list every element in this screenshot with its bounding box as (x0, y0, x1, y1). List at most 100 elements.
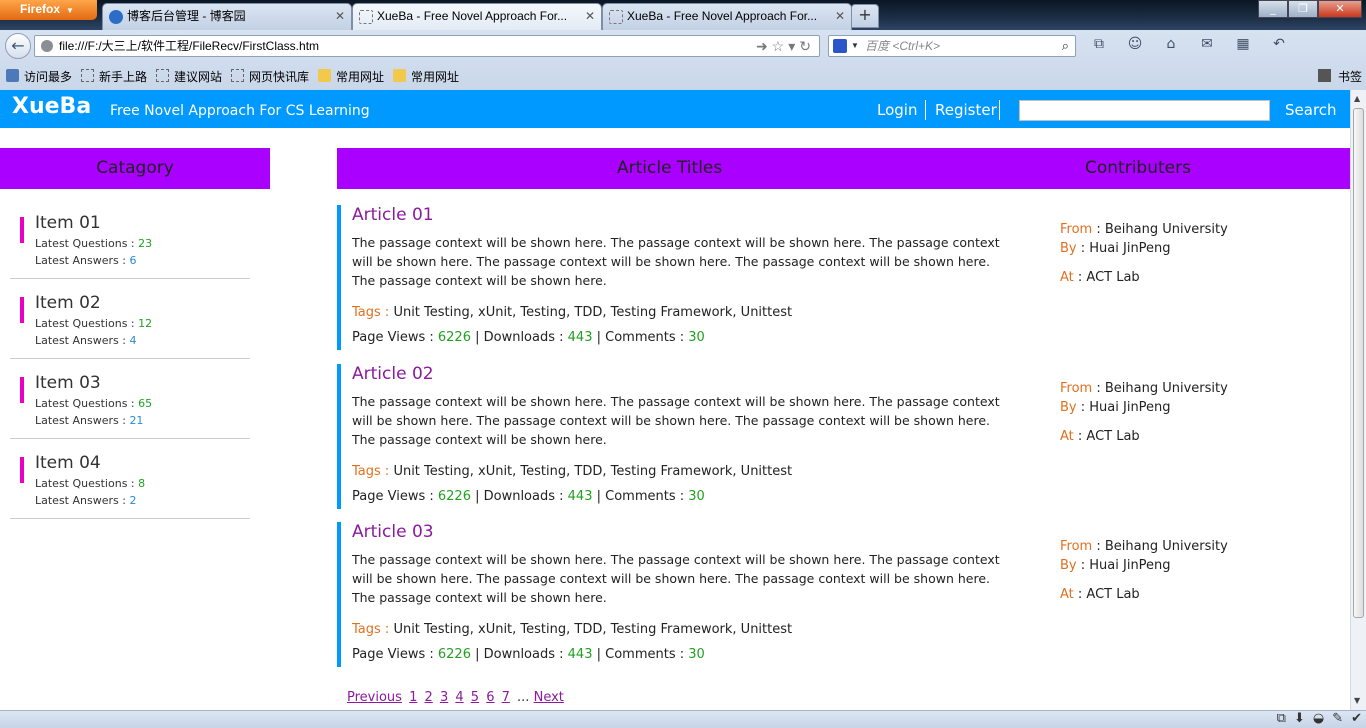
tools-icon[interactable]: ✎ (1332, 711, 1343, 726)
article-card: Article 02 The passage context will be s… (337, 364, 1017, 509)
close-icon[interactable]: ✕ (835, 4, 845, 28)
category-item[interactable]: Item 03 Latest Questions : 65 Latest Ans… (10, 359, 250, 439)
tab-blog-admin[interactable]: 博客后台管理 - 博客园 ✕ (102, 3, 352, 30)
close-icon[interactable]: ✕ (335, 4, 345, 28)
page-link-7[interactable]: 7 (502, 690, 510, 705)
apps-icon[interactable]: ▦ (1230, 36, 1256, 52)
url-actions: ➜☆▾↻ (756, 36, 815, 56)
by-value: : Huai JinPeng (1076, 241, 1171, 256)
home-icon[interactable]: ⌂ (1158, 36, 1184, 52)
check-icon[interactable]: ✔ (1351, 711, 1362, 726)
login-link[interactable]: Login (877, 101, 917, 119)
go-arrow-icon[interactable]: ➜ (756, 38, 772, 54)
latest-answers-count: 6 (129, 254, 137, 267)
comments-label: | Comments : (592, 330, 689, 345)
close-icon[interactable]: ✕ (585, 4, 595, 28)
url-bar[interactable]: file:///F:/大三上/软件工程/FileRecv/FirstClass.… (34, 35, 820, 57)
latest-answers: Latest Answers : 21 (35, 414, 143, 427)
minimize-icon[interactable]: _ (1258, 0, 1288, 18)
site-search-button[interactable]: Search (1285, 101, 1337, 119)
next-page-link[interactable]: Next (534, 690, 564, 705)
from-value: : Beihang University (1092, 222, 1228, 237)
chevron-down-icon[interactable]: ▼ (851, 36, 859, 56)
bookmark-most-visited[interactable]: 访问最多 (6, 68, 72, 85)
star-icon[interactable]: ☆ (772, 38, 789, 54)
window-close-icon[interactable]: ✕ (1318, 0, 1362, 18)
category-item[interactable]: Item 02 Latest Questions : 12 Latest Ans… (10, 279, 250, 359)
maximize-icon[interactable]: ❐ (1288, 0, 1318, 18)
page-link-2[interactable]: 2 (425, 690, 433, 705)
article-title-link[interactable]: Article 02 (352, 364, 434, 384)
article-title-link[interactable]: Article 03 (352, 522, 434, 542)
previous-page-link[interactable]: Previous (347, 690, 402, 705)
addon-icon[interactable]: ☺ (1122, 36, 1148, 52)
article-card: Article 03 The passage context will be s… (337, 522, 1017, 667)
bookmark-web-slices[interactable]: 网页快讯库 (231, 68, 309, 85)
scrollbar-thumb[interactable] (1353, 108, 1364, 618)
undo-icon[interactable]: ↶ (1266, 36, 1292, 52)
new-tab-button[interactable]: + (851, 4, 879, 28)
page-link-3[interactable]: 3 (440, 690, 448, 705)
category-title[interactable]: Item 03 (35, 373, 101, 393)
page-link-5[interactable]: 5 (471, 690, 479, 705)
page-link-1[interactable]: 1 (409, 690, 417, 705)
bookmark-suggested-sites[interactable]: 建议网站 (156, 68, 222, 85)
article-titles-header: Article Titles (617, 158, 723, 178)
latest-answers-count: 4 (129, 334, 137, 347)
latest-answers-label: Latest Answers : (35, 334, 130, 347)
header-divider (925, 100, 926, 120)
category-item[interactable]: Item 04 Latest Questions : 8 Latest Answ… (10, 439, 250, 519)
download-icon[interactable]: ⬇ (1294, 711, 1305, 726)
firefox-menu-label: Firefox (20, 2, 61, 16)
dropdown-icon[interactable]: ▾ (788, 38, 799, 54)
screenshot-icon[interactable]: ⧉ (1086, 36, 1112, 52)
search-engine-bar[interactable]: ▼ 百度 <Ctrl+K> ⌕ (828, 35, 1076, 57)
scroll-down-icon[interactable]: ▼ (1354, 696, 1360, 705)
chevron-down-icon: ▼ (66, 6, 74, 15)
category-accent-bar (20, 297, 24, 323)
contributor-by: By : Huai JinPeng (1060, 558, 1171, 573)
bookmark-folder-common-2[interactable]: 常用网址 (393, 68, 459, 85)
views-label: Page Views : (352, 647, 438, 662)
tab-xueba[interactable]: XueBa - Free Novel Approach For... ✕ (602, 3, 852, 30)
latest-questions-label: Latest Questions : (35, 397, 139, 410)
tags-list: Unit Testing, xUnit, Testing, TDD, Testi… (393, 464, 793, 479)
mail-icon[interactable]: ✉ (1194, 36, 1220, 52)
latest-questions-label: Latest Questions : (35, 477, 139, 490)
tab-xueba-active[interactable]: XueBa - Free Novel Approach For... ✕ (352, 3, 602, 30)
contributor-by: By : Huai JinPeng (1060, 241, 1171, 256)
mask-icon[interactable]: ◒ (1313, 711, 1324, 726)
bookmarks-menu[interactable]: 书签 (1317, 68, 1362, 85)
page-link-4[interactable]: 4 (455, 690, 463, 705)
browser-chrome: Firefox ▼ 博客后台管理 - 博客园 ✕ XueBa - Free Nov… (0, 0, 1366, 90)
article-card: Article 01 The passage context will be s… (337, 205, 1017, 350)
site-search-input[interactable] (1019, 100, 1270, 121)
most-visited-icon (6, 69, 19, 82)
contributor-from: From : Beihang University (1060, 222, 1228, 237)
reload-icon[interactable]: ↻ (799, 38, 815, 54)
register-link[interactable]: Register (935, 101, 997, 119)
tab-label: XueBa - Free Novel Approach For... (377, 9, 568, 23)
bookmark-getting-started[interactable]: 新手上路 (81, 68, 147, 85)
vertical-scrollbar[interactable]: ▲ ▼ (1350, 90, 1366, 710)
at-label: At (1060, 587, 1074, 602)
firefox-menu-button[interactable]: Firefox ▼ (0, 0, 97, 20)
site-logo[interactable]: XueBa (12, 94, 91, 119)
bookmarks-menu-label: 书签 (1337, 70, 1362, 84)
category-title[interactable]: Item 02 (35, 293, 101, 313)
category-accent-bar (20, 457, 24, 483)
bookmark-folder-common[interactable]: 常用网址 (318, 68, 384, 85)
open-window-icon[interactable]: ⧉ (1277, 711, 1286, 726)
bookmark-label: 常用网址 (411, 70, 460, 84)
scroll-up-icon[interactable]: ▲ (1354, 94, 1360, 103)
search-icon[interactable]: ⌕ (1062, 36, 1069, 56)
category-item[interactable]: Item 01 Latest Questions : 23 Latest Ans… (10, 199, 250, 279)
page-link-6[interactable]: 6 (486, 690, 494, 705)
category-title[interactable]: Item 04 (35, 453, 101, 473)
category-title[interactable]: Item 01 (35, 213, 101, 233)
back-arrow-icon[interactable]: ← (5, 33, 31, 59)
tags-label: Tags : (352, 622, 394, 637)
article-title-link[interactable]: Article 01 (352, 205, 434, 225)
downloads-count: 443 (567, 330, 593, 345)
baidu-icon[interactable] (833, 39, 847, 53)
